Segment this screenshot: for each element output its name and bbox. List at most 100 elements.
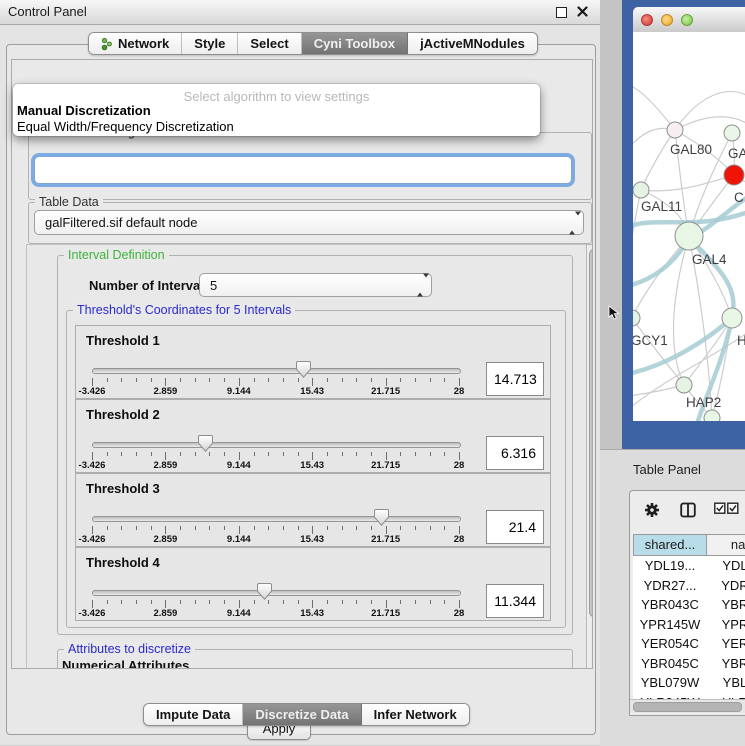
- tab-style[interactable]: Style: [182, 33, 238, 54]
- column-header[interactable]: shared...: [633, 534, 707, 556]
- network-node[interactable]: [704, 410, 720, 421]
- network-icon: [101, 37, 113, 51]
- slider-tick-label: 28: [454, 386, 465, 397]
- algorithm-dropdown-popup: Select algorithm to view settings Manual…: [13, 84, 540, 136]
- tab-discretize-data[interactable]: Discretize Data: [243, 704, 361, 725]
- network-node-label: GAL11: [641, 199, 682, 214]
- network-node[interactable]: [633, 182, 649, 198]
- select-columns-checkboxes-icon[interactable]: [714, 502, 740, 515]
- gear-icon[interactable]: [644, 502, 660, 518]
- zoom-traffic-light[interactable]: [681, 14, 693, 26]
- table-panel-window: shared...na... YDL19...YDL1...YDR27...YD…: [629, 490, 745, 716]
- top-tab-bar: NetworkStyleSelectCyni ToolboxjActiveMNo…: [88, 32, 538, 55]
- table-cell: YDR27...: [633, 576, 707, 596]
- slider-tick-label: 21.715: [371, 386, 400, 397]
- tab-network[interactable]: Network: [89, 33, 182, 54]
- table-cell: YPR145W: [633, 615, 707, 635]
- column-header[interactable]: na...: [707, 534, 745, 556]
- table-cell: YER0...: [707, 634, 745, 654]
- network-node-label: GCY1: [633, 333, 668, 348]
- network-edge: [641, 130, 675, 190]
- table-cell: YBR0...: [707, 595, 745, 615]
- slider-tick-label: 9.144: [227, 534, 251, 545]
- network-edge: [641, 175, 734, 191]
- tab-jactivemnodules[interactable]: jActiveMNodules: [408, 33, 537, 54]
- algorithm-combo-placeholder: Select algorithm to view settings: [13, 89, 540, 104]
- network-node[interactable]: [724, 125, 740, 141]
- table-horizontal-scrollbar[interactable]: [630, 699, 745, 713]
- table-cell: YBR045C: [633, 654, 707, 674]
- threshold-label: Threshold 4: [86, 555, 160, 570]
- network-canvas[interactable]: GAL80GACGAL11GAL4GCY1HHAP2: [633, 32, 745, 421]
- slider-tick-label: 2.859: [154, 460, 178, 471]
- slider-thumb[interactable]: [257, 583, 272, 600]
- scrollbar-thumb[interactable]: [589, 249, 593, 617]
- network-node-label: GAL4: [692, 252, 727, 267]
- network-node[interactable]: [676, 377, 692, 393]
- number-of-intervals-combobox[interactable]: 5: [199, 273, 432, 297]
- threshold-slider-track[interactable]: [92, 368, 461, 374]
- slider-tick-label: -3.426: [79, 386, 106, 397]
- table-rows: YDL19...YDL1...YDR27...YDR2...YBR043CYBR…: [633, 556, 745, 699]
- vertical-scrollbar[interactable]: [586, 244, 593, 669]
- number-of-intervals-value: 5: [210, 278, 217, 293]
- threshold-panel-1: Threshold 1-3.4262.8599.14415.4321.71528…: [75, 325, 551, 399]
- close-icon[interactable]: [577, 6, 588, 17]
- threshold-slider-track[interactable]: [92, 590, 461, 596]
- table-row[interactable]: YBR043CYBR0...: [633, 595, 745, 615]
- network-edge: [633, 84, 675, 130]
- tab-label: Infer Network: [374, 707, 457, 722]
- threshold-value-field[interactable]: 11.344: [486, 584, 544, 618]
- popup-item-equal-width-frequency[interactable]: Equal Width/Frequency Discretization: [17, 119, 234, 134]
- tab-cyni-toolbox[interactable]: Cyni Toolbox: [302, 33, 408, 54]
- network-node[interactable]: [722, 308, 742, 328]
- tab-infer-network[interactable]: Infer Network: [362, 704, 469, 725]
- table-data-combobox[interactable]: galFiltered.sif default node: [34, 210, 584, 235]
- split-columns-icon[interactable]: [680, 502, 696, 518]
- network-node[interactable]: [667, 122, 683, 138]
- slider-tick-label: -3.426: [79, 534, 106, 545]
- threshold-slider-track[interactable]: [92, 442, 461, 448]
- table-cell: YER054C: [633, 634, 707, 654]
- table-row[interactable]: YDR27...YDR2...: [633, 576, 745, 596]
- table-row[interactable]: YDL19...YDL1...: [633, 556, 745, 576]
- slider-thumb[interactable]: [198, 435, 213, 452]
- bottom-tab-bar: Impute DataDiscretize Data Infer Network: [143, 703, 470, 726]
- threshold-value-field[interactable]: 6.316: [486, 436, 544, 470]
- control-panel: Control Panel Discretization Algorithm T…: [0, 0, 601, 745]
- slider-tick-label: 28: [454, 608, 465, 619]
- network-window-titlebar[interactable]: [633, 7, 745, 33]
- table-row[interactable]: YER054CYER0...: [633, 634, 745, 654]
- close-traffic-light[interactable]: [641, 14, 653, 26]
- float-panel-icon[interactable]: [556, 7, 567, 18]
- threshold-value-field[interactable]: 14.713: [486, 362, 544, 396]
- network-node[interactable]: [675, 222, 703, 250]
- threshold-slider-track[interactable]: [92, 516, 461, 522]
- table-panel-title: Table Panel: [633, 462, 701, 477]
- slider-thumb[interactable]: [374, 509, 389, 526]
- slider-thumb[interactable]: [296, 361, 311, 378]
- algorithm-combobox[interactable]: [34, 156, 572, 184]
- table-header-row: shared...na...: [633, 534, 745, 556]
- table-row[interactable]: YBR045CYBR0...: [633, 654, 745, 674]
- table-cell: YDL1...: [707, 556, 745, 576]
- scrollbar-thumb[interactable]: [633, 702, 742, 712]
- interval-definition-group: Interval Definition Number of Intervals …: [57, 255, 573, 635]
- network-graph: GAL80GACGAL11GAL4GCY1HHAP2: [633, 32, 745, 421]
- threshold-value-field[interactable]: 21.4: [486, 510, 544, 544]
- table-row[interactable]: YBL079WYBL0...: [633, 673, 745, 693]
- tab-select[interactable]: Select: [238, 33, 301, 54]
- tab-impute-data[interactable]: Impute Data: [144, 704, 243, 725]
- table-row[interactable]: YPR145WYPR1...: [633, 615, 745, 635]
- table-cell: YBR043C: [633, 595, 707, 615]
- combo-arrows-icon: [569, 215, 576, 230]
- minimize-traffic-light[interactable]: [661, 14, 673, 26]
- network-edge: [675, 92, 745, 130]
- network-node[interactable]: [633, 310, 640, 326]
- table-cell: YBR0...: [707, 654, 745, 674]
- popup-item-manual-discretization[interactable]: Manual Discretization: [17, 103, 151, 118]
- network-node[interactable]: [724, 165, 744, 185]
- slider-tick-label: 15.43: [300, 534, 324, 545]
- network-node-label: GAL80: [670, 142, 712, 157]
- slider-tick-label: -3.426: [79, 608, 106, 619]
